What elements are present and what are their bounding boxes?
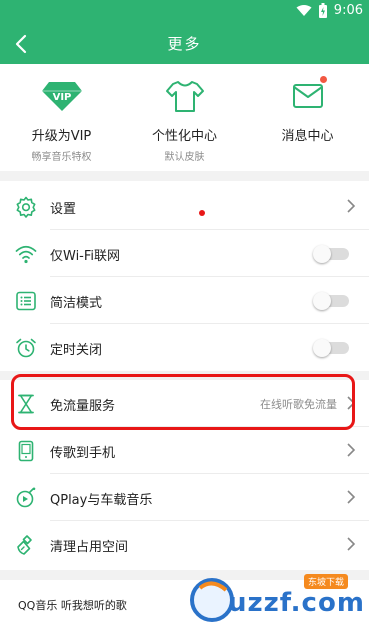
settings-row-sleep-timer: 定时关闭 [0,324,369,371]
vip-badge-text: VIP [53,92,72,103]
page-title: 更多 [167,35,202,53]
wifi-signal-icon [296,5,312,16]
chevron-right-icon [347,443,356,457]
settings-row-wifi-only: 仅Wi-Fi联网 [0,230,369,277]
settings-row-settings[interactable]: 设置 [0,183,369,230]
feature-personalize[interactable]: 个性化中心 默认皮肤 [123,64,246,171]
message-notification-dot [320,76,327,83]
vip-diamond-icon: VIP [42,82,82,111]
feature-personalize-title: 个性化中心 [151,129,217,144]
services-row-clean-space[interactable]: 清理占用空间 [0,521,369,568]
status-bar: 9:06 [0,0,369,24]
feature-personalize-subtitle: 默认皮肤 [164,152,205,163]
wifi-icon [15,245,37,264]
chevron-right-icon [347,537,356,551]
watermark: uzzf.com 东坡下载 [186,566,364,630]
wifi-only-toggle[interactable] [313,245,349,263]
qplay-label: QPlay与车载音乐 [50,493,153,508]
envelope-icon [293,84,323,108]
alarm-clock-icon [16,338,36,358]
settings-list: 设置 仅Wi-Fi联网 简洁模式 定时关闭 [0,181,369,371]
watermark-text: uzzf.com [228,588,365,618]
services-row-qplay[interactable]: QPlay与车载音乐 [0,474,369,521]
tshirt-icon [166,81,204,112]
settings-label: 设置 [50,202,77,217]
battery-charging-icon [318,3,327,18]
status-time: 9:06 [333,3,363,18]
watermark-badge: 东坡下载 [304,574,349,589]
footer-slogan: QQ音乐 听我想听的歌 [18,599,127,612]
clean-space-label: 清理占用空间 [50,540,129,555]
chevron-right-icon [347,199,356,213]
annotation-dot [199,210,205,216]
qplay-icon [16,487,36,508]
sleep-timer-toggle[interactable] [313,339,349,357]
highlight-annotation [11,374,355,430]
toggle-knob [313,339,331,357]
gear-icon [16,196,36,218]
settings-row-simple-mode: 简洁模式 [0,277,369,324]
feature-vip[interactable]: VIP 升级为VIP 畅享音乐特权 [0,64,123,171]
more-screen: 9:06 更多 VIP 升级为VIP 畅享音乐特权 个性化中心 默认皮肤 消息中… [0,0,369,630]
phone-icon [18,440,34,462]
chevron-right-icon [347,490,356,504]
broom-icon [17,535,32,555]
wifi-only-label: 仅Wi-Fi联网 [50,249,121,264]
status-icons: 9:06 [296,3,363,18]
transfer-songs-label: 传歌到手机 [50,446,116,461]
simple-mode-label: 简洁模式 [50,296,103,311]
feature-vip-subtitle: 畅享音乐特权 [31,152,92,163]
feature-messages-title: 消息中心 [281,129,334,144]
feature-messages[interactable]: 消息中心 [246,64,369,171]
toggle-knob [313,245,331,263]
feature-vip-title: 升级为VIP [31,129,92,144]
header: 更多 [0,24,369,64]
list-icon [16,291,36,311]
simple-mode-toggle[interactable] [313,292,349,310]
services-row-transfer-songs[interactable]: 传歌到手机 [0,427,369,474]
feature-row: VIP 升级为VIP 畅享音乐特权 个性化中心 默认皮肤 消息中心 [0,64,369,171]
toggle-knob [313,292,331,310]
sleep-timer-label: 定时关闭 [50,343,103,358]
